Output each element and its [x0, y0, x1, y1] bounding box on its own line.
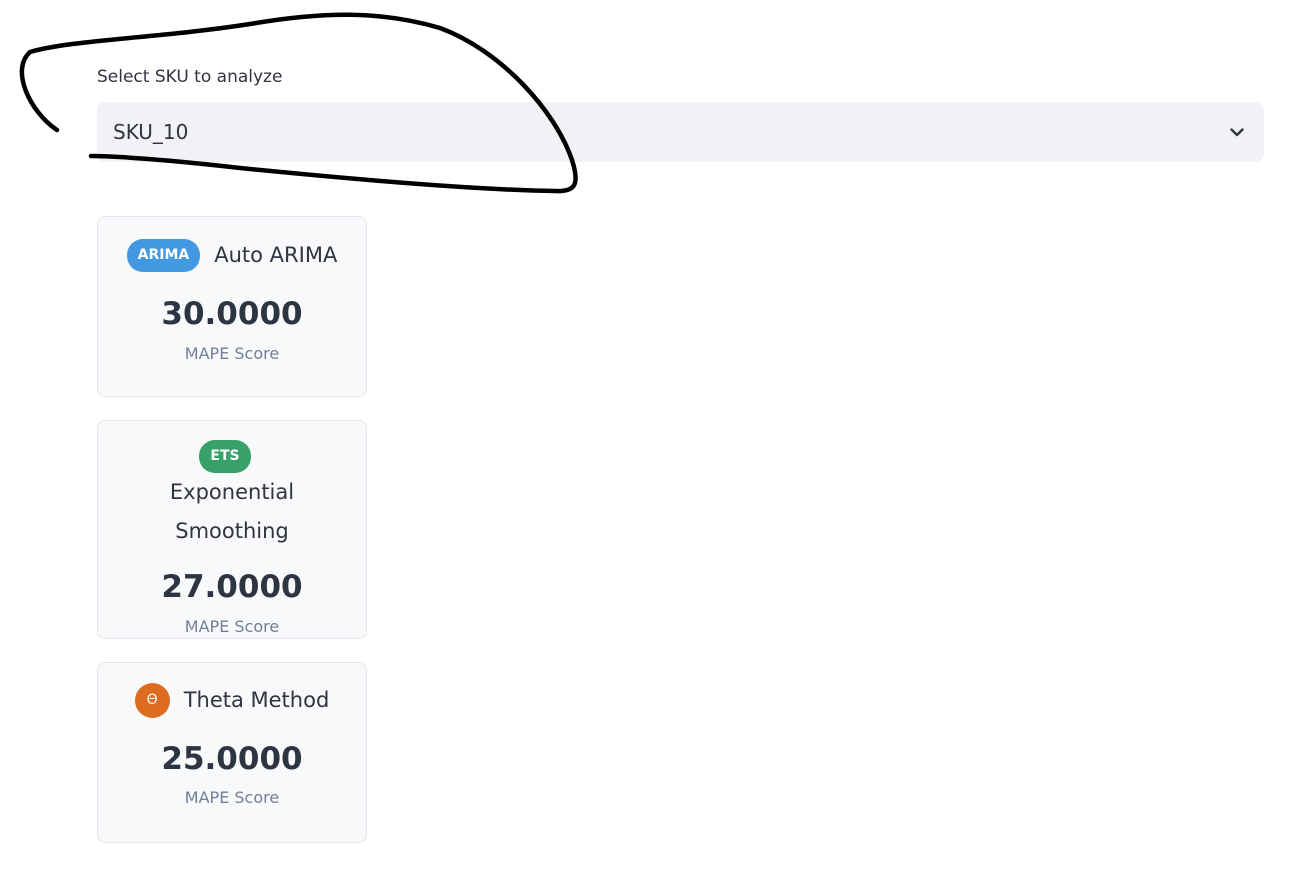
model-score: 25.0000 [161, 741, 303, 777]
theta-badge: Θ [134, 683, 170, 718]
page: Select SKU to analyze SKU_10 ARIMA Auto … [0, 0, 1294, 874]
model-score: 30.0000 [161, 296, 303, 332]
model-card-title: Θ Theta Method [98, 681, 366, 720]
model-name: Exponential Smoothing [169, 480, 295, 543]
chevron-down-icon[interactable] [1226, 121, 1248, 143]
model-card-ets: ETS Exponential Smoothing 27.0000 MAPE S… [97, 420, 367, 639]
sku-select[interactable]: SKU_10 [97, 102, 1264, 162]
model-score: 27.0000 [161, 569, 303, 605]
model-card-title: ETS Exponential Smoothing [98, 440, 366, 551]
model-card-theta: Θ Theta Method 25.0000 MAPE Score [97, 662, 367, 843]
model-card-arima: ARIMA Auto ARIMA 30.0000 MAPE Score [97, 216, 367, 397]
model-score-label: MAPE Score [184, 344, 280, 363]
ets-badge: ETS [199, 440, 251, 473]
model-score-label: MAPE Score [184, 788, 280, 807]
model-name: Theta Method [183, 688, 330, 712]
arima-badge: ARIMA [126, 239, 201, 272]
model-score-label: MAPE Score [184, 617, 280, 636]
model-card-title: ARIMA Auto ARIMA [98, 236, 366, 275]
sku-select-value: SKU_10 [113, 120, 189, 144]
model-name: Auto ARIMA [214, 243, 338, 267]
sku-select-label: Select SKU to analyze [97, 67, 283, 87]
